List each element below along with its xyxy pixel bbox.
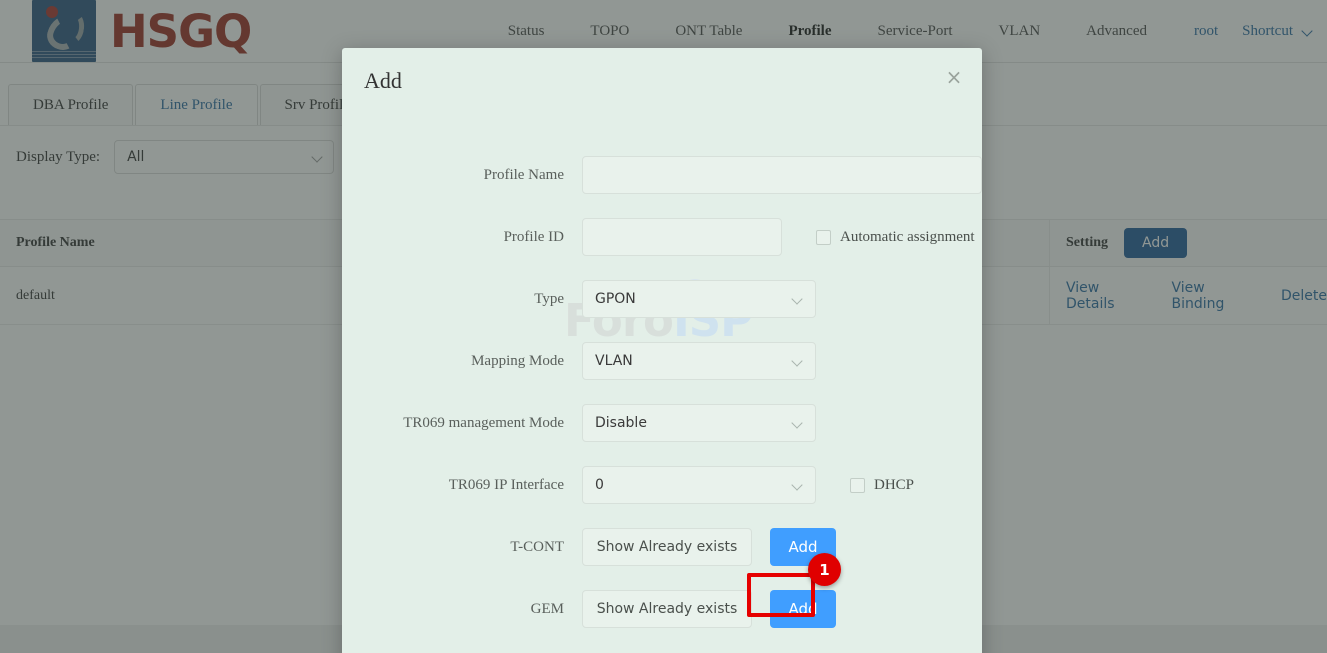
row-type: Type GPON [342, 268, 982, 330]
row-profile-name: Profile Name [342, 144, 982, 206]
chevron-down-icon [791, 417, 803, 429]
screen: HSGQ Status TOPO ONT Table Profile Servi… [0, 0, 1327, 653]
type-value: GPON [595, 291, 636, 307]
row-tcont: T-CONT Show Already exists Add [342, 516, 982, 578]
tr069-ip-value: 0 [595, 477, 604, 493]
profile-name-input[interactable] [582, 156, 982, 194]
label-gem: GEM [530, 600, 564, 617]
automatic-assignment-checkbox[interactable]: Automatic assignment [816, 229, 975, 246]
label-profile-name: Profile Name [483, 166, 564, 183]
gem-add-button[interactable]: Add [770, 590, 836, 628]
tcont-show-existing-button[interactable]: Show Already exists [582, 528, 752, 566]
automatic-assignment-label: Automatic assignment [840, 228, 975, 245]
chevron-down-icon [791, 355, 803, 367]
gem-show-existing-button[interactable]: Show Already exists [582, 590, 752, 628]
mapping-mode-select[interactable]: VLAN [582, 342, 816, 380]
checkbox-icon [816, 229, 831, 245]
label-tr069-mode: TR069 management Mode [403, 414, 564, 431]
label-mapping-mode: Mapping Mode [471, 352, 564, 369]
label-tcont: T-CONT [510, 538, 564, 555]
step-badge: 1 [808, 553, 841, 586]
mapping-mode-value: VLAN [595, 353, 633, 369]
type-select[interactable]: GPON [582, 280, 816, 318]
row-tr069-mode: TR069 management Mode Disable [342, 392, 982, 454]
checkbox-icon [850, 477, 865, 493]
tr069-ip-interface-select[interactable]: 0 [582, 466, 816, 504]
profile-id-input[interactable] [582, 218, 782, 256]
add-profile-form: Profile Name Profile ID Automatic assign… [342, 144, 982, 640]
row-gem: GEM Show Already exists Add [342, 578, 982, 640]
chevron-down-icon [791, 293, 803, 305]
label-tr069-ip-interface: TR069 IP Interface [448, 476, 564, 493]
dhcp-label: DHCP [874, 476, 915, 493]
tr069-mode-value: Disable [595, 415, 647, 431]
row-mapping-mode: Mapping Mode VLAN [342, 330, 982, 392]
label-profile-id: Profile ID [503, 228, 564, 245]
chevron-down-icon [791, 479, 803, 491]
label-type: Type [534, 290, 564, 307]
row-tr069-ip-interface: TR069 IP Interface 0 DHCP [342, 454, 982, 516]
dhcp-checkbox[interactable]: DHCP [850, 477, 914, 494]
add-line-profile-dialog: Add × ForoISP Profile Name Profile ID Au… [342, 48, 982, 653]
row-profile-id: Profile ID Automatic assignment [342, 206, 982, 268]
dialog-title: Add [364, 68, 402, 93]
tr069-mode-select[interactable]: Disable [582, 404, 816, 442]
close-icon[interactable]: × [942, 66, 966, 90]
